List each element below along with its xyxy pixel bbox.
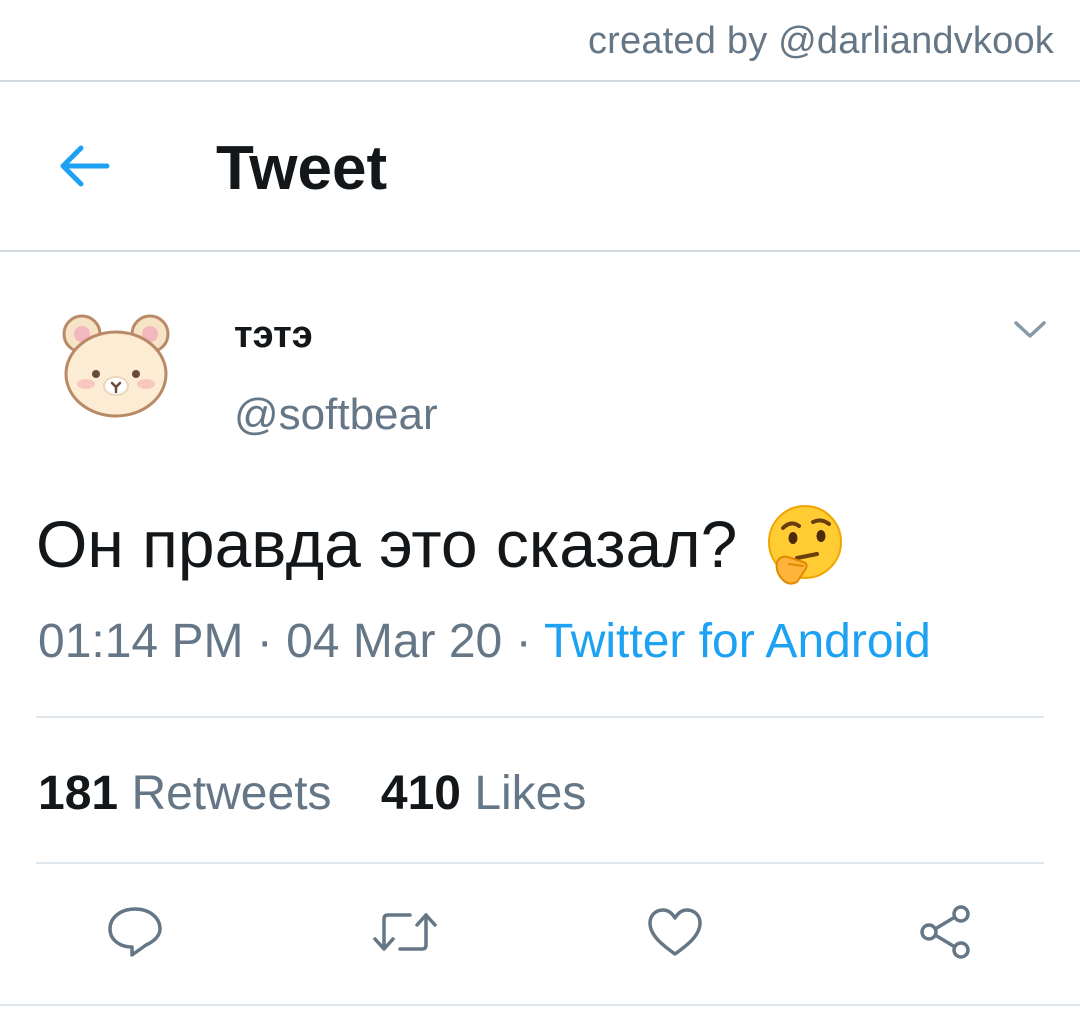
- thinking-face-emoji: [768, 505, 843, 585]
- tweet-body: Он правда это сказал?: [36, 502, 847, 586]
- like-icon: [648, 908, 702, 956]
- like-button[interactable]: [640, 897, 710, 967]
- more-options-button[interactable]: [1010, 312, 1050, 348]
- retweet-button[interactable]: [370, 897, 440, 967]
- back-button[interactable]: [52, 134, 116, 198]
- page-title: Tweet: [216, 134, 388, 203]
- watermark-text: created by @darliandvkook: [587, 20, 1054, 62]
- meta-separator: ·: [243, 615, 287, 668]
- tweet-time: 01:14 PM: [38, 615, 244, 668]
- retweets-label: Retweets: [131, 767, 332, 820]
- retweets-count: 181: [38, 767, 119, 820]
- chevron-down-icon: [1014, 321, 1046, 338]
- avatar[interactable]: [52, 312, 180, 422]
- display-name[interactable]: тэтэ: [234, 314, 313, 357]
- user-handle[interactable]: @softbear: [234, 390, 438, 440]
- share-icon: [920, 905, 970, 959]
- retweets-stat[interactable]: 181 Retweets: [38, 764, 332, 824]
- tweet-detail: тэтэ @softbear Он правда это сказал? 01:…: [0, 252, 1080, 1024]
- tweet-source-link[interactable]: Twitter for Android: [544, 615, 931, 668]
- likes-label: Likes: [474, 767, 587, 820]
- likes-count: 410: [380, 767, 461, 820]
- arrow-left-icon: [60, 145, 110, 187]
- reply-icon: [108, 907, 162, 957]
- reply-button[interactable]: [100, 897, 170, 967]
- tweet-meta: 01:14 PM · 04 Mar 20 · Twitter for Andro…: [38, 612, 931, 672]
- watermark-bar: created by @darliandvkook: [0, 0, 1080, 82]
- top-app-bar: Tweet: [0, 82, 1080, 252]
- retweet-icon: [373, 913, 437, 951]
- tweet-date: 04 Mar 20: [286, 615, 503, 668]
- divider: [36, 862, 1044, 864]
- divider: [36, 716, 1044, 718]
- tweet-stats: 181 Retweets 410 Likes: [38, 764, 586, 824]
- tweet-actions: [0, 897, 1080, 967]
- share-button[interactable]: [910, 897, 980, 967]
- bottom-divider: [0, 1004, 1080, 1006]
- meta-separator: ·: [502, 615, 545, 668]
- bear-avatar-icon: [62, 314, 170, 418]
- likes-stat[interactable]: 410 Likes: [381, 764, 587, 824]
- tweet-text: Он правда это сказал?: [36, 507, 738, 581]
